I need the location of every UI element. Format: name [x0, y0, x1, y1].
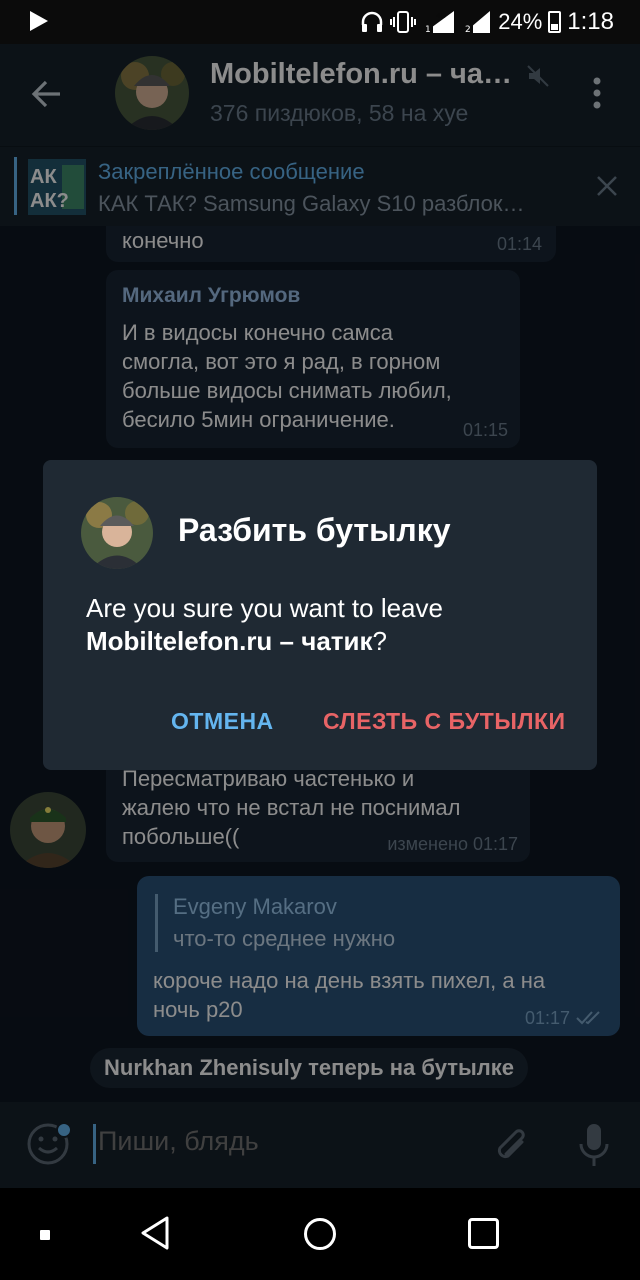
nav-back-icon[interactable] [140, 1216, 170, 1250]
leave-chat-button[interactable]: СЛЕЗТЬ С БУТЫЛКИ [323, 708, 566, 735]
system-navigation-bar [0, 1188, 640, 1280]
nav-indicator-dot [40, 1230, 50, 1240]
clock: 1:18 [567, 8, 614, 35]
cancel-button[interactable]: ОТМЕНА [171, 708, 274, 735]
svg-text:4G: 4G [436, 12, 446, 20]
battery-percent: 24% [498, 9, 543, 34]
leave-chat-dialog: Разбить бутылку Are you sure you want to… [43, 460, 597, 770]
play-icon [30, 11, 48, 31]
signal-sim2-icon: 2 [464, 11, 491, 34]
svg-text:2: 2 [465, 25, 471, 34]
vibrate-icon [390, 11, 417, 33]
battery-icon [548, 11, 562, 33]
svg-text:1: 1 [425, 25, 431, 34]
nav-recent-apps-icon[interactable] [468, 1218, 499, 1249]
dialog-avatar [81, 497, 153, 569]
dialog-message: Are you sure you want to leave Mobiltele… [86, 593, 443, 656]
status-bar: 1 4G 2 24% 1:18 [0, 0, 640, 44]
signal-sim1-icon: 1 4G [424, 11, 455, 34]
headphones-icon [361, 11, 383, 32]
dialog-title: Разбить бутылку [178, 512, 451, 548]
nav-home-icon[interactable] [304, 1218, 336, 1250]
